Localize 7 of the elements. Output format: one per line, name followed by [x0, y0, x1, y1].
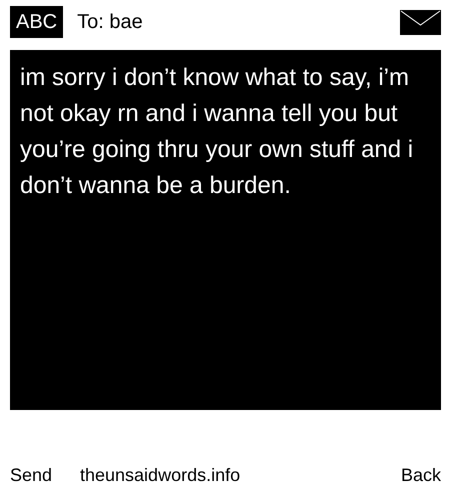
recipient-label: To: bae — [77, 10, 144, 34]
back-softkey[interactable]: Back — [400, 464, 441, 486]
website-label: theunsaidwords.info — [80, 464, 242, 486]
input-mode-indicator: ABC — [10, 6, 64, 38]
message-text[interactable]: im sorry i don’t know what to say, i’m not okay rn and i wanna tell you but you’re going thru your own stuff and i don’t wanna be a burden. — [10, 50, 441, 410]
send-softkey[interactable]: Send — [10, 464, 80, 486]
envelope-icon — [400, 10, 441, 34]
